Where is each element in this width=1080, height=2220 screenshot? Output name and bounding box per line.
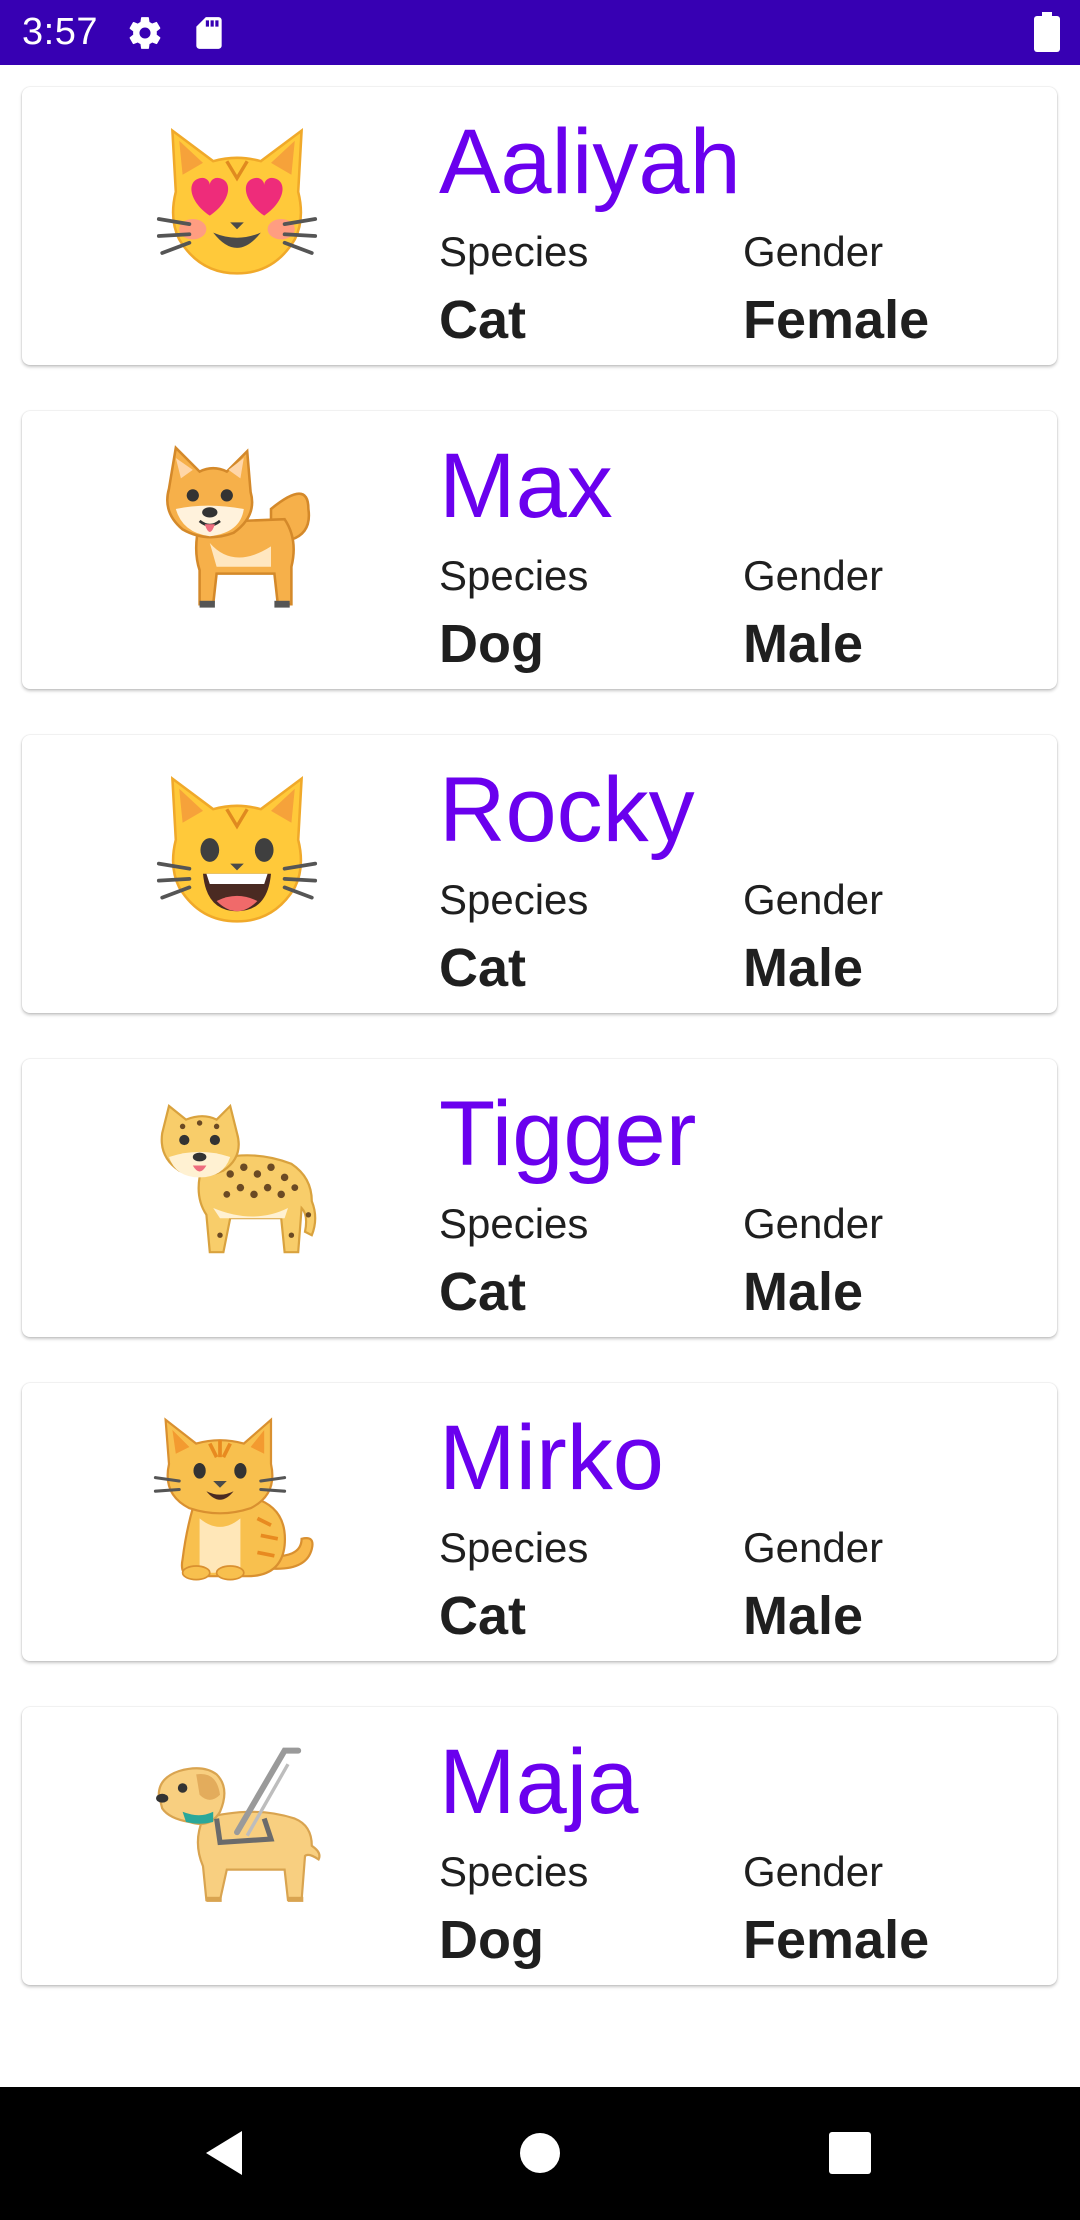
species-value: Cat: [439, 1586, 527, 1646]
pet-list[interactable]: Aaliyah Species Gender Cat Female Max Sp…: [0, 65, 1080, 2087]
species-value: Cat: [439, 1262, 527, 1322]
guide-dog-icon: [152, 1737, 322, 1907]
pet-name: Maja: [439, 1731, 639, 1833]
leopard-icon: [152, 1089, 322, 1259]
gear-icon: [129, 17, 161, 49]
species-value: Dog: [439, 1910, 544, 1970]
back-icon[interactable]: [190, 2117, 262, 2189]
navigation-bar: [0, 2087, 1080, 2220]
pet-card-tigger[interactable]: Tigger Species Gender Cat Male: [22, 1059, 1057, 1337]
pet-name: Tigger: [439, 1083, 697, 1185]
species-value: Cat: [439, 938, 527, 998]
gender-label: Gender: [743, 228, 884, 275]
pet-name: Aaliyah: [439, 111, 741, 213]
pet-name: Max: [439, 435, 613, 537]
smiling-cat-heart-eyes-icon: [152, 117, 322, 287]
recents-icon[interactable]: [814, 2117, 886, 2189]
shiba-dog-icon: [152, 441, 322, 611]
status-time: 3:57: [22, 11, 98, 53]
gender-value: Female: [743, 1910, 930, 1970]
pet-card-maja[interactable]: Maja Species Gender Dog Female: [22, 1707, 1057, 1985]
gender-label: Gender: [743, 552, 884, 599]
gender-value: Male: [743, 1262, 864, 1322]
species-value: Dog: [439, 614, 544, 674]
gender-label: Gender: [743, 1524, 884, 1571]
pet-card-max[interactable]: Max Species Gender Dog Male: [22, 411, 1057, 689]
pet-card-aaliyah[interactable]: Aaliyah Species Gender Cat Female: [22, 87, 1057, 365]
grinning-cat-icon: [152, 765, 322, 935]
species-label: Species: [439, 1524, 589, 1571]
gender-label: Gender: [743, 876, 884, 923]
tabby-cat-icon: [152, 1413, 322, 1583]
species-label: Species: [439, 876, 589, 923]
species-label: Species: [439, 1200, 589, 1247]
gender-label: Gender: [743, 1848, 884, 1895]
pet-name: Rocky: [439, 759, 695, 861]
gender-value: Male: [743, 938, 864, 998]
screen: 3:57 Aaliyah Species Gender Cat Female M…: [0, 0, 1080, 2220]
pet-name: Mirko: [439, 1407, 664, 1509]
home-icon[interactable]: [504, 2117, 576, 2189]
species-label: Species: [439, 552, 589, 599]
sd-card-icon: [196, 17, 222, 49]
pet-card-mirko[interactable]: Mirko Species Gender Cat Male: [22, 1383, 1057, 1661]
gender-label: Gender: [743, 1200, 884, 1247]
status-bar: 3:57: [0, 0, 1080, 65]
gender-value: Male: [743, 1586, 864, 1646]
species-value: Cat: [439, 290, 527, 350]
species-label: Species: [439, 1848, 589, 1895]
battery-icon: [1034, 12, 1060, 52]
pet-card-rocky[interactable]: Rocky Species Gender Cat Male: [22, 735, 1057, 1013]
species-label: Species: [439, 228, 589, 275]
gender-value: Female: [743, 290, 930, 350]
gender-value: Male: [743, 614, 864, 674]
